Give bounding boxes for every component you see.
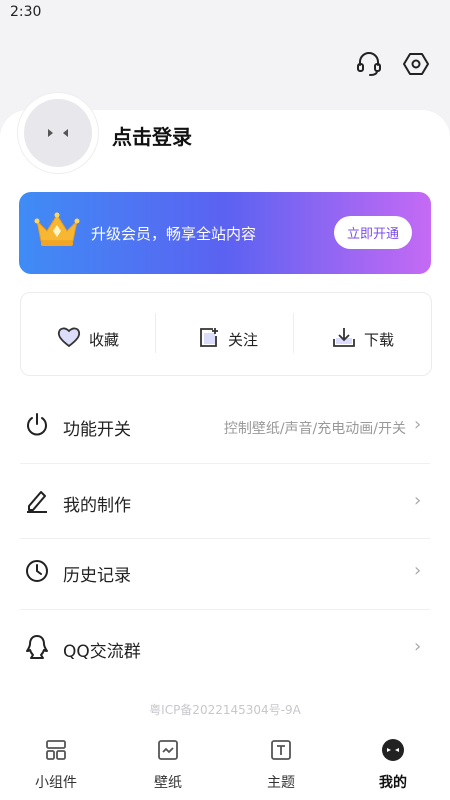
login-link[interactable]: 点击登录 (112, 121, 192, 150)
icp-footer-text: 粤ICP备2022145304号-9A (149, 703, 301, 717)
tab-widgets[interactable]: 小组件 (16, 738, 96, 792)
menu-label: 我的制作 (63, 496, 131, 516)
default-avatar-icon[interactable] (24, 99, 92, 167)
widget-icon (44, 738, 68, 766)
tab-label: 我的 (379, 775, 407, 791)
chevron-right-icon: › (414, 560, 422, 581)
tab-label: 壁纸 (154, 775, 182, 791)
divider (20, 609, 430, 610)
download-button[interactable]: 下载 (332, 326, 394, 352)
download-label: 下载 (364, 330, 395, 349)
heart-icon (57, 326, 81, 352)
chevron-right-icon: › (414, 636, 422, 657)
settings-hex-icon[interactable] (400, 48, 432, 80)
chevron-right-icon: › (414, 414, 422, 435)
qq-icon (24, 634, 52, 662)
menu-row-my-creations[interactable]: 我的制作 › (0, 472, 450, 532)
crown-icon (33, 211, 81, 253)
menu-row-qq-group[interactable]: QQ交流群 › (0, 618, 450, 678)
divider (20, 538, 430, 539)
menu-sub-label: 控制壁纸/声音/充电动画/开关 (223, 421, 406, 437)
status-time: 2:30 (10, 4, 42, 20)
divider (155, 313, 156, 353)
chevron-right-icon: › (414, 490, 422, 511)
tab-label: 主题 (267, 775, 295, 791)
tab-theme[interactable]: 主题 (241, 738, 321, 792)
headset-icon[interactable] (353, 48, 385, 80)
tab-label: 小组件 (35, 775, 77, 791)
follow-icon (198, 326, 220, 352)
theme-icon (269, 738, 293, 766)
favorites-label: 收藏 (89, 330, 120, 349)
divider (293, 313, 294, 353)
tab-me[interactable]: 我的 (353, 738, 433, 792)
me-icon (381, 738, 405, 766)
menu-label: 功能开关 (63, 420, 131, 440)
power-icon (24, 412, 52, 440)
vip-promo-text: 升级会员，畅享全站内容 (91, 225, 257, 243)
wallpaper-icon (156, 738, 180, 766)
menu-label: 历史记录 (63, 566, 131, 586)
favorites-button[interactable]: 收藏 (57, 326, 119, 352)
menu-label: QQ交流群 (63, 642, 141, 662)
menu-row-feature-switch[interactable]: 功能开关 控制壁纸/声音/充电动画/开关 › (0, 396, 450, 456)
clock-icon (24, 558, 52, 586)
menu-row-history[interactable]: 历史记录 › (0, 542, 450, 602)
follow-label: 关注 (228, 330, 259, 349)
download-icon (332, 326, 356, 352)
pen-icon (24, 488, 52, 516)
tab-wallpaper[interactable]: 壁纸 (128, 738, 208, 792)
divider (20, 463, 430, 464)
follow-button[interactable]: 关注 (198, 326, 258, 352)
vip-open-button[interactable]: 立即开通 (334, 216, 412, 249)
